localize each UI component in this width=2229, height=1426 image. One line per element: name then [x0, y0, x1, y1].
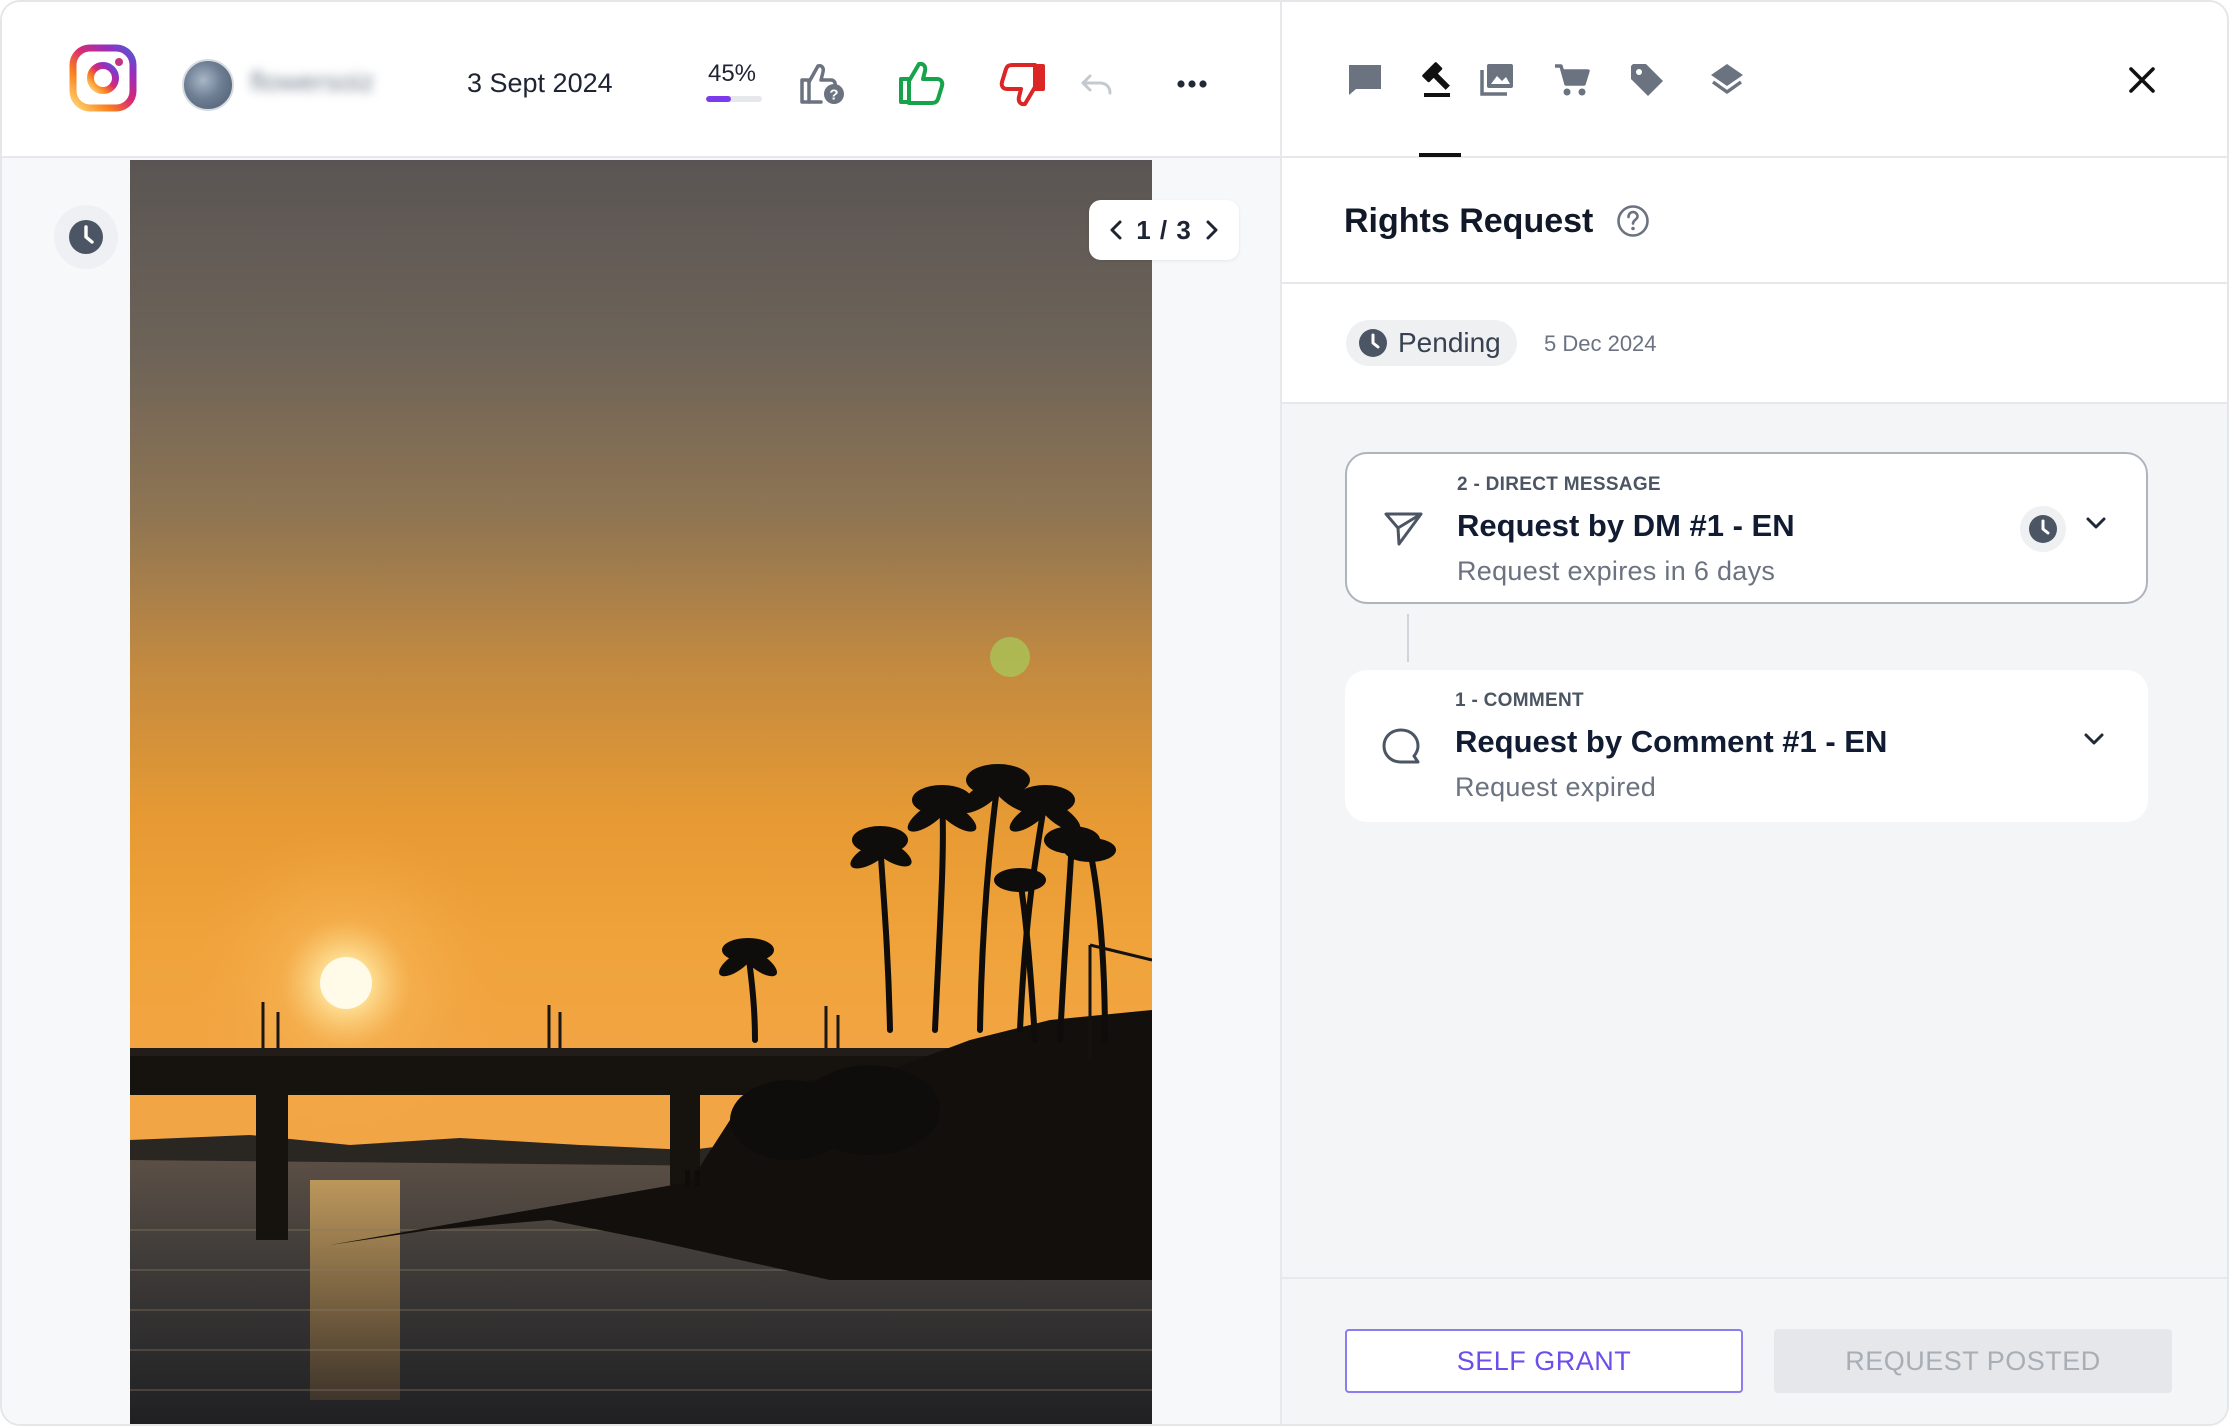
request-status-row: Pending 5 Dec 2024	[1282, 284, 2227, 404]
tab-shop[interactable]	[1550, 58, 1594, 102]
thumb-up-question-icon[interactable]: ?	[798, 60, 846, 106]
request-status: Request expired	[1455, 772, 1657, 802]
request-title: Request by Comment #1 - EN	[1455, 724, 1888, 759]
post-date: 3 Sept 2024	[467, 68, 613, 98]
request-type: 2 - DIRECT MESSAGE	[1457, 474, 1661, 495]
tab-gallery[interactable]	[1475, 58, 1519, 102]
tag-icon	[1631, 64, 1663, 96]
gallery-icon	[1480, 64, 1513, 96]
media-toolbar: flowersoiz 3 Sept 2024 45% ?	[2, 2, 1280, 158]
request-title: Request by DM #1 - EN	[1457, 508, 1795, 543]
details-panel: Rights Request Pending 5 Dec 2024 2 - DI…	[1280, 2, 2227, 1424]
timeline-connector	[1407, 614, 1409, 662]
status-badge: Pending	[1346, 320, 1517, 366]
status-label: Pending	[1398, 327, 1501, 358]
clock-icon	[1359, 329, 1387, 357]
close-button[interactable]	[2120, 58, 2164, 102]
match-score-bar	[706, 96, 762, 102]
shopping-cart-icon	[1555, 64, 1590, 96]
pending-clock-badge[interactable]	[54, 205, 118, 269]
request-posted-button[interactable]: REQUEST POSTED	[1774, 1329, 2172, 1393]
chevron-down-icon[interactable]	[2081, 730, 2107, 748]
help-icon[interactable]	[1616, 204, 1650, 238]
request-card-dm[interactable]: 2 - DIRECT MESSAGE Request by DM #1 - EN…	[1345, 452, 2148, 604]
chevron-right-icon[interactable]	[1204, 219, 1220, 241]
status-date: 5 Dec 2024	[1544, 331, 1657, 356]
chevron-left-icon[interactable]	[1108, 219, 1124, 241]
image-pager: 1 / 3	[1089, 200, 1239, 260]
tab-comments[interactable]	[1343, 58, 1387, 102]
clock-icon	[69, 220, 103, 254]
match-score-fill	[706, 96, 732, 102]
close-icon	[2129, 67, 2155, 93]
creator-username[interactable]: flowersoiz	[250, 66, 374, 98]
section-title: Rights Request	[1344, 202, 1594, 240]
creator-avatar[interactable]	[182, 59, 234, 111]
request-card-comment[interactable]: 1 - COMMENT Request by Comment #1 - EN R…	[1345, 670, 2148, 822]
request-type: 1 - COMMENT	[1455, 690, 1584, 711]
panel-tabs	[1282, 2, 2227, 158]
media-pane: flowersoiz 3 Sept 2024 45% ? 1 / 3	[2, 2, 1280, 1426]
undo-icon[interactable]	[1080, 70, 1114, 98]
svg-text:?: ?	[829, 87, 838, 104]
section-header: Rights Request	[1282, 158, 2227, 284]
match-score: 45%	[707, 60, 757, 87]
send-icon	[1384, 512, 1423, 546]
tab-rights[interactable]	[1418, 58, 1462, 102]
tab-layers[interactable]	[1705, 58, 1749, 102]
pager-label: 1 / 3	[1136, 214, 1192, 245]
tab-tags[interactable]	[1625, 58, 1669, 102]
request-pending-badge	[2020, 506, 2066, 552]
gavel-icon	[1422, 62, 1450, 97]
content-review-window: flowersoiz 3 Sept 2024 45% ? 1 / 3 Right…	[0, 0, 2229, 1426]
more-icon[interactable]	[1176, 78, 1208, 90]
clock-icon	[2029, 515, 2057, 543]
thumb-down-icon[interactable]	[997, 62, 1047, 108]
chevron-down-icon[interactable]	[2083, 514, 2109, 532]
panel-footer: SELF GRANT REQUEST POSTED	[1282, 1277, 2227, 1424]
layers-icon	[1711, 64, 1743, 94]
active-tab-indicator	[1419, 153, 1461, 157]
self-grant-button[interactable]: SELF GRANT	[1345, 1329, 1743, 1393]
instagram-icon[interactable]	[69, 44, 137, 112]
post-image[interactable]	[130, 160, 1152, 1426]
thumb-up-icon[interactable]	[897, 60, 947, 106]
comment-tab-icon	[1349, 65, 1381, 95]
request-status: Request expires in 6 days	[1457, 556, 1776, 586]
comment-bubble-icon	[1382, 728, 1420, 764]
